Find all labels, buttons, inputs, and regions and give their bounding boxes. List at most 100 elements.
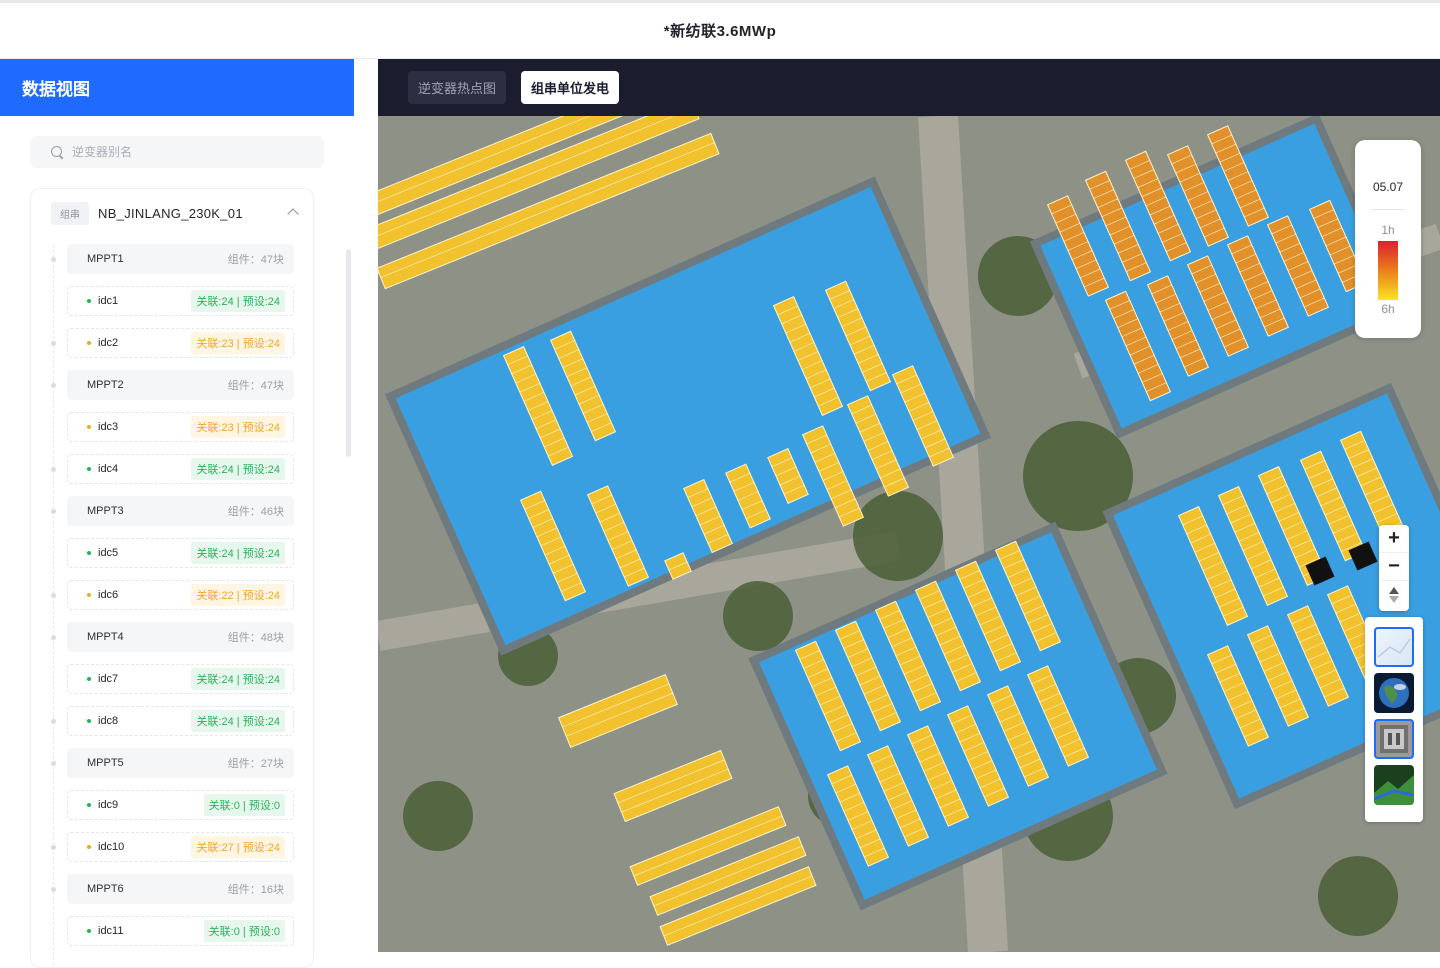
mppt-row[interactable]: MPPT1 组件：47块 <box>67 244 294 274</box>
tree-node-dot <box>51 509 56 514</box>
idc-row[interactable]: idc3 关联:23 | 预设:24 <box>67 412 294 442</box>
map-layer-icon[interactable] <box>1374 627 1414 667</box>
idc-label: idc11 <box>98 925 124 937</box>
search-box[interactable] <box>30 136 324 168</box>
mppt-count: 组件：27块 <box>227 758 284 770</box>
layer-switcher <box>1365 617 1423 822</box>
idc-label: idc9 <box>98 799 119 811</box>
idc-row[interactable]: idc5 关联:24 | 预设:24 <box>67 538 294 568</box>
mppt-count: 组件：16块 <box>227 884 284 896</box>
status-dot <box>87 803 91 807</box>
mppt-label: MPPT6 <box>87 883 124 895</box>
idc-left: idc1 <box>87 295 118 307</box>
terrain-icon[interactable] <box>1374 765 1414 805</box>
status-dot <box>87 593 91 597</box>
idc-label: idc2 <box>98 337 119 349</box>
idc-status-badge: 关联:22 | 预设:24 <box>191 584 285 606</box>
building-icon[interactable] <box>1374 719 1414 759</box>
globe-icon[interactable] <box>1374 673 1414 713</box>
legend-top-label: 1h <box>1381 223 1395 237</box>
sidebar-scrollbar[interactable] <box>346 249 351 457</box>
idc-status-badge: 关联:24 | 预设:24 <box>191 710 285 732</box>
mppt-row[interactable]: MPPT6 组件：16块 <box>67 874 294 904</box>
tree-node-dot <box>51 593 56 598</box>
string-group-header[interactable]: 组串 NB_JINLANG_230K_01 <box>51 200 301 226</box>
idc-left: idc10 <box>87 841 124 853</box>
mppt-count: 组件：46块 <box>227 506 284 518</box>
status-dot <box>87 845 91 849</box>
chevron-up-icon[interactable] <box>287 208 299 220</box>
mppt-label: MPPT2 <box>87 379 124 391</box>
mppt-row[interactable]: MPPT5 组件：27块 <box>67 748 294 778</box>
group-tag: 组串 <box>51 201 89 225</box>
idc-left: idc5 <box>87 547 118 559</box>
mppt-count: 组件：47块 <box>227 380 284 392</box>
inverter-tree: 组串 NB_JINLANG_230K_01 MPPT1 组件：47块 idc1 关联:… <box>30 188 314 968</box>
map-area[interactable]: 逆变器热点图 组串单位发电 05.07 1h 6h + − <box>378 59 1440 952</box>
mppt-row[interactable]: MPPT4 组件：48块 <box>67 622 294 652</box>
idc-label: idc4 <box>98 463 119 475</box>
idc-row[interactable]: idc1 关联:24 | 预设:24 <box>67 286 294 316</box>
mppt-row[interactable]: MPPT3 组件：46块 <box>67 496 294 526</box>
idc-label: idc8 <box>98 715 119 727</box>
zoom-out-button[interactable]: − <box>1379 553 1409 581</box>
idc-row[interactable]: idc10 关联:27 | 预设:24 <box>67 832 294 862</box>
map-toolbar: 逆变器热点图 组串单位发电 <box>378 59 1440 116</box>
status-dot <box>87 929 91 933</box>
zoom-control: + − <box>1379 525 1409 611</box>
idc-row[interactable]: idc6 关联:22 | 预设:24 <box>67 580 294 610</box>
tab-inverter-heatmap[interactable]: 逆变器热点图 <box>408 71 507 104</box>
tree-connector <box>53 245 54 967</box>
status-dot <box>87 341 91 345</box>
tree-node-dot <box>51 467 56 472</box>
sidebar-title: 数据视图 <box>0 59 354 116</box>
idc-row[interactable]: idc11 关联:0 | 预设:0 <box>67 916 294 946</box>
page-title: *新纺联3.6MWp <box>663 23 777 40</box>
idc-status-badge: 关联:23 | 预设:24 <box>191 332 285 354</box>
status-dot <box>87 467 91 471</box>
legend-date: 05.07 <box>1372 180 1404 194</box>
tree-node-dot <box>51 257 56 262</box>
idc-left: idc3 <box>87 421 118 433</box>
idc-left: idc11 <box>87 925 123 937</box>
search-icon <box>50 145 64 159</box>
idc-row[interactable]: idc9 关联:0 | 预设:0 <box>67 790 294 820</box>
tree-node-dot <box>51 761 56 766</box>
legend-bottom-label: 6h <box>1381 302 1395 316</box>
mppt-count: 组件：48块 <box>227 632 284 644</box>
idc-status-badge: 关联:24 | 预设:24 <box>191 458 285 480</box>
status-dot <box>87 551 91 555</box>
tree-cluster <box>403 781 473 851</box>
mppt-label: MPPT1 <box>87 253 124 265</box>
tree-cluster <box>1318 856 1398 936</box>
idc-label: idc3 <box>98 421 119 433</box>
search-input[interactable] <box>72 145 292 159</box>
idc-status-badge: 关联:0 | 预设:0 <box>203 794 285 816</box>
idc-left: idc7 <box>87 673 118 685</box>
mppt-label: MPPT5 <box>87 757 124 769</box>
zoom-in-button[interactable]: + <box>1379 525 1409 553</box>
idc-row[interactable]: idc4 关联:24 | 预设:24 <box>67 454 294 484</box>
legend-gradient <box>1378 241 1398 300</box>
idc-left: idc9 <box>87 799 118 811</box>
satellite-map[interactable] <box>378 116 1440 952</box>
idc-label: idc1 <box>98 295 119 307</box>
idc-label: idc7 <box>98 673 119 685</box>
idc-row[interactable]: idc8 关联:24 | 预设:24 <box>67 706 294 736</box>
idc-row[interactable]: idc7 关联:24 | 预设:24 <box>67 664 294 694</box>
tab-string-unit-generation[interactable]: 组串单位发电 <box>521 71 620 104</box>
tree-node-dot <box>51 719 56 724</box>
tree-node-dot <box>51 887 56 892</box>
app-header: *新纺联3.6MWp <box>0 0 1440 59</box>
tree-node-dot <box>51 845 56 850</box>
idc-left: idc4 <box>87 463 118 475</box>
idc-status-badge: 关联:24 | 预设:24 <box>191 290 285 312</box>
idc-row[interactable]: idc2 关联:23 | 预设:24 <box>67 328 294 358</box>
mppt-count: 组件：47块 <box>227 254 284 266</box>
idc-status-badge: 关联:24 | 预设:24 <box>191 668 285 690</box>
mppt-label: MPPT3 <box>87 505 124 517</box>
mppt-row[interactable]: MPPT2 组件：47块 <box>67 370 294 400</box>
compass-icon[interactable] <box>1379 581 1409 609</box>
idc-status-badge: 关联:0 | 预设:0 <box>203 920 285 942</box>
time-legend: 05.07 1h 6h <box>1355 140 1421 338</box>
